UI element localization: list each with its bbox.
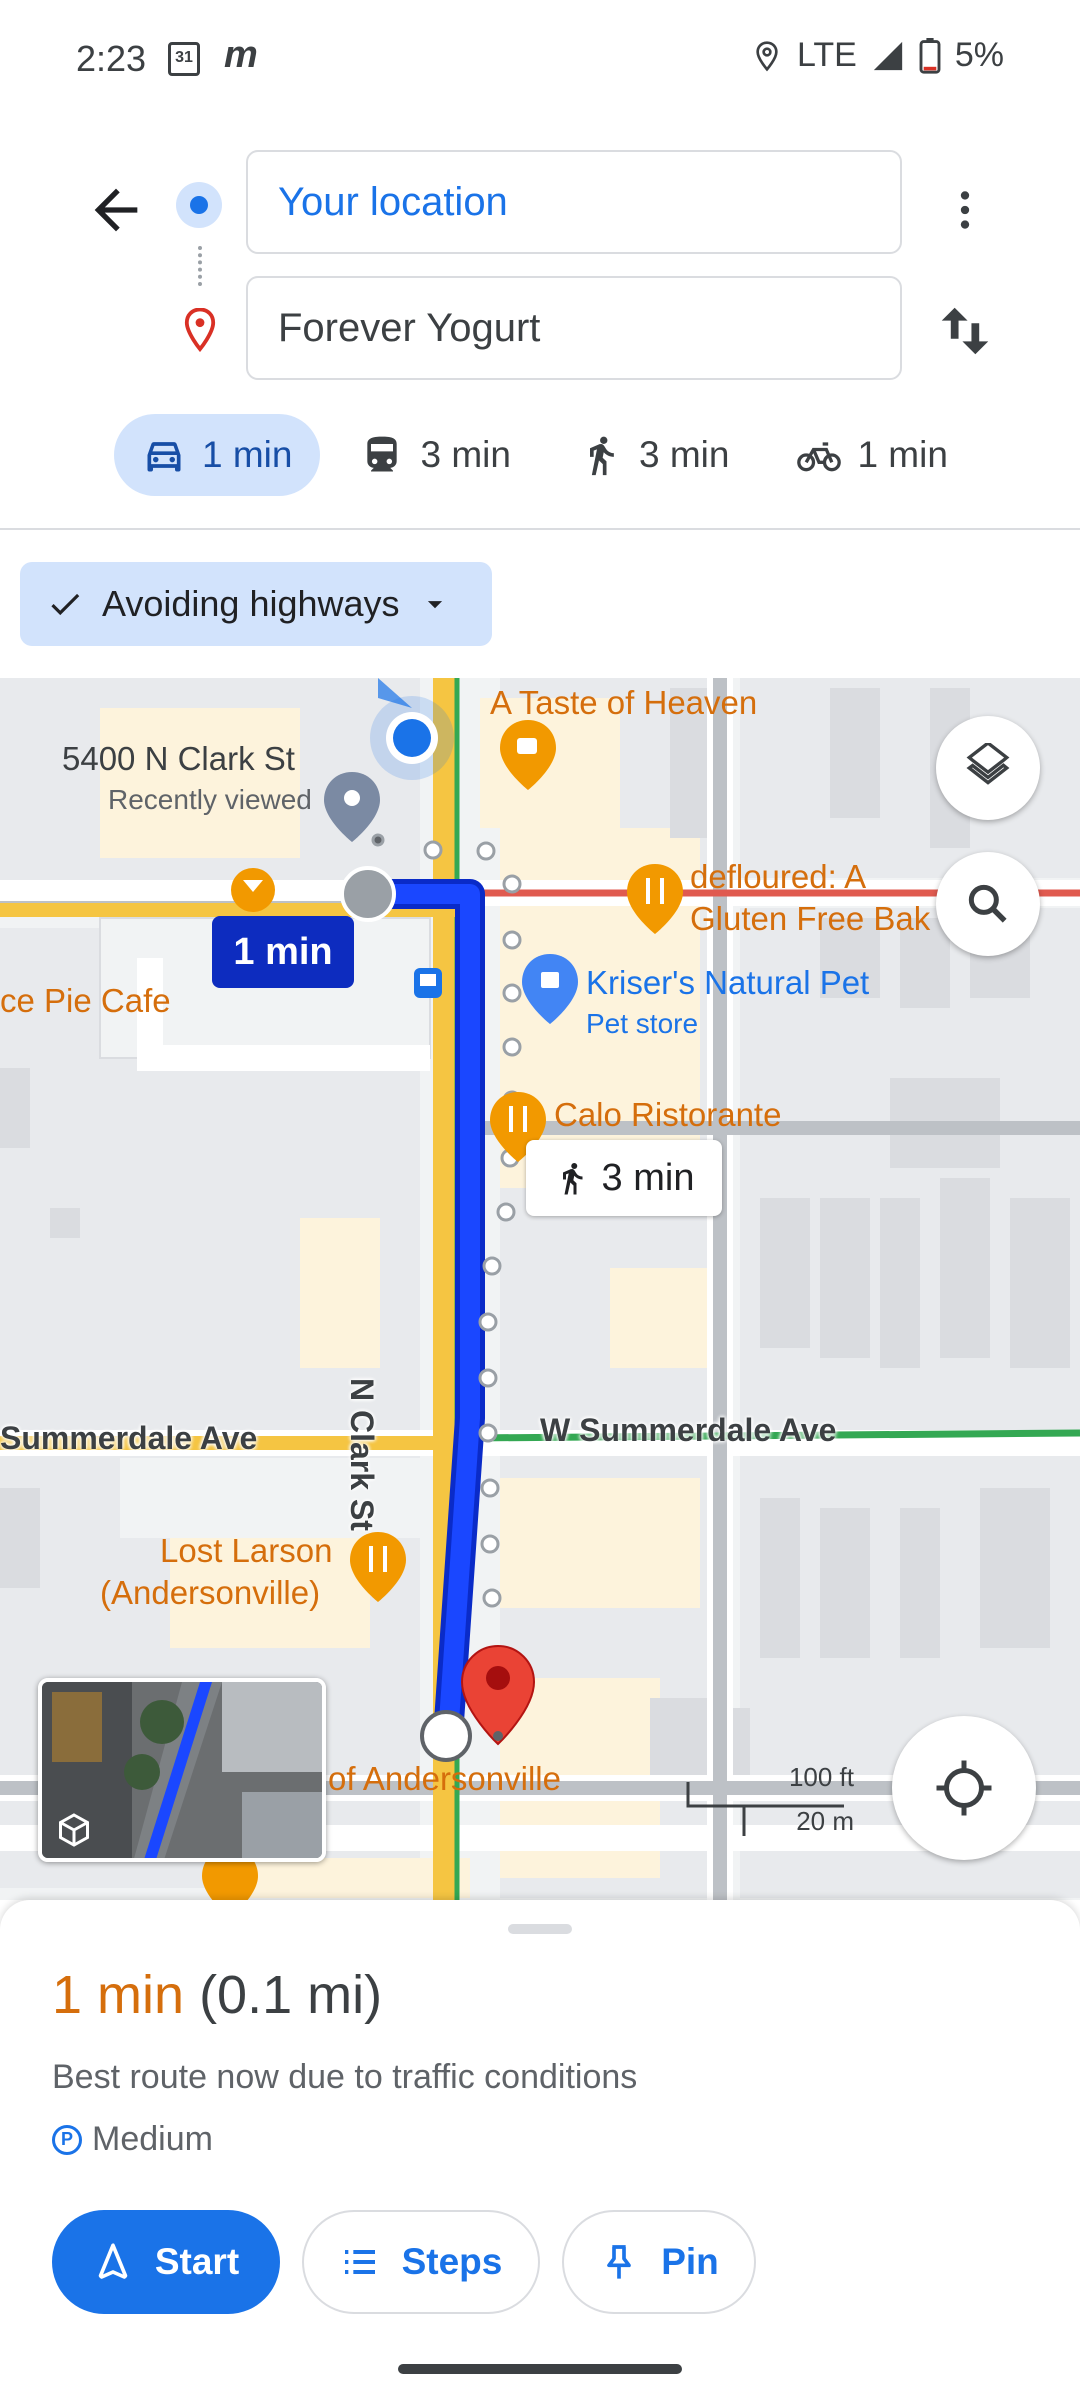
poi-pie-cafe[interactable]: ce Pie Cafe: [0, 982, 171, 1020]
destination-input[interactable]: Forever Yogurt: [246, 276, 902, 380]
sheet-drag-handle[interactable]: [508, 1924, 572, 1934]
scale-meters: 20 m: [796, 1806, 854, 1836]
route-summary-sheet[interactable]: 1 min (0.1 mi) Best route now due to tra…: [0, 1900, 1080, 2400]
route-description: Best route now due to traffic conditions: [52, 2058, 638, 2096]
back-arrow-icon[interactable]: [84, 178, 148, 242]
battery-icon: [919, 37, 941, 74]
mode-driving-label: 1 min: [202, 434, 293, 475]
mode-cycling[interactable]: 1 min: [769, 414, 975, 496]
dropdown-arrow-icon: [427, 601, 442, 609]
poi-taste-of-heaven[interactable]: A Taste of Heaven: [490, 684, 757, 722]
steps-label: Steps: [401, 2241, 503, 2282]
my-location-button[interactable]: [892, 1716, 1036, 1860]
street-summerdale-east: W Summerdale Ave: [540, 1412, 837, 1448]
route-actions: Start Steps Pin: [52, 2210, 756, 2314]
poi-krisers[interactable]: Kriser's Natural Pet: [586, 964, 869, 1002]
list-icon: [344, 2250, 375, 2274]
origin-dot-icon: [176, 182, 222, 228]
3d-cube-icon: [59, 1813, 89, 1847]
walk-icon: [562, 1163, 583, 1195]
mode-cycling-label: 1 min: [857, 434, 948, 475]
street-summerdale-west: Summerdale Ave: [0, 1420, 258, 1456]
app-notification-icon: m: [224, 34, 258, 76]
start-label: Start: [154, 2241, 240, 2282]
transit-icon: [367, 436, 398, 472]
avoiding-highways-chip[interactable]: Avoiding highways: [20, 562, 492, 646]
walk-eta-label: 3 min: [601, 1156, 695, 1199]
mode-walking[interactable]: 3 min: [551, 414, 757, 496]
poi-recently-viewed: Recently viewed: [108, 784, 312, 815]
search-icon: [968, 884, 1007, 923]
poi-lost-larson-line1[interactable]: Lost Larson: [160, 1532, 332, 1570]
pin-button[interactable]: Pin: [562, 2210, 756, 2314]
directions-header: Your location Forever Yogurt 1 min 3 min…: [0, 118, 1080, 528]
pin-label: Pin: [661, 2241, 719, 2282]
mode-transit-label: 3 min: [420, 434, 511, 475]
route-options-row: Avoiding highways: [0, 530, 1080, 678]
mode-walking-label: 3 min: [638, 434, 730, 475]
avoiding-highways-label: Avoiding highways: [102, 583, 400, 624]
map-scale: 100 ft 20 m: [684, 1762, 854, 1842]
swap-icon[interactable]: [934, 296, 996, 366]
poi-pet-store: Pet store: [586, 1008, 699, 1039]
more-options-icon[interactable]: [940, 178, 990, 242]
poi-andersonville[interactable]: of Andersonville: [328, 1760, 561, 1798]
status-bar: 2:23 31 m LTE 5%: [0, 0, 1080, 118]
location-icon: [756, 40, 778, 71]
travel-modes: 1 min 3 min 3 min 1 min: [114, 414, 988, 496]
walk-icon: [589, 436, 614, 476]
route-eta: 1 min (0.1 mi): [52, 1964, 382, 2026]
calendar-icon: 31: [168, 42, 200, 76]
route-connector: [198, 246, 202, 286]
network-label: LTE: [797, 36, 857, 74]
steps-button[interactable]: Steps: [302, 2210, 540, 2314]
parking-icon: P: [52, 2124, 82, 2155]
poi-clark-address[interactable]: 5400 N Clark St: [62, 740, 295, 778]
status-time: 2:23: [76, 38, 147, 79]
car-icon: [147, 442, 181, 472]
home-gesture-bar[interactable]: [398, 2364, 682, 2374]
street-clark: N Clark St: [344, 1378, 380, 1531]
drive-eta-badge[interactable]: 1 min: [212, 916, 354, 988]
poi-defloured-line1[interactable]: defloured: A: [690, 858, 866, 896]
mode-driving[interactable]: 1 min: [114, 414, 321, 496]
start-button[interactable]: Start: [52, 2210, 280, 2314]
layers-button[interactable]: [936, 716, 1040, 820]
battery-percent: 5%: [954, 36, 1004, 74]
origin-input[interactable]: Your location: [246, 150, 902, 254]
search-along-route-button[interactable]: [936, 852, 1040, 956]
route-distance: (0.1 mi): [199, 1965, 383, 2025]
navigation-arrow-icon: [98, 2243, 128, 2279]
signal-icon: [873, 41, 903, 70]
pushpin-icon: [607, 2245, 632, 2279]
parking-level: Medium: [92, 2120, 213, 2158]
bike-icon: [797, 442, 842, 472]
destination-pin-icon: [184, 308, 216, 352]
scale-feet: 100 ft: [788, 1762, 854, 1792]
route-time: 1 min: [52, 1965, 185, 2025]
poi-defloured-line2[interactable]: Gluten Free Bak: [690, 900, 930, 938]
street-view-thumbnail[interactable]: [38, 1678, 326, 1862]
layers-icon: [966, 743, 1010, 785]
walk-eta-badge[interactable]: 3 min: [526, 1140, 722, 1216]
map-view[interactable]: A Taste of Heaven 5400 N Clark St Recent…: [0, 678, 1080, 1900]
poi-calo-ristorante[interactable]: Calo Ristorante: [554, 1096, 781, 1134]
mode-transit[interactable]: 3 min: [332, 414, 538, 496]
poi-lost-larson-line2[interactable]: (Andersonville): [100, 1574, 320, 1612]
crosshair-icon: [936, 1760, 992, 1816]
parking-info: P Medium: [52, 2120, 213, 2159]
check-icon: [51, 593, 80, 616]
